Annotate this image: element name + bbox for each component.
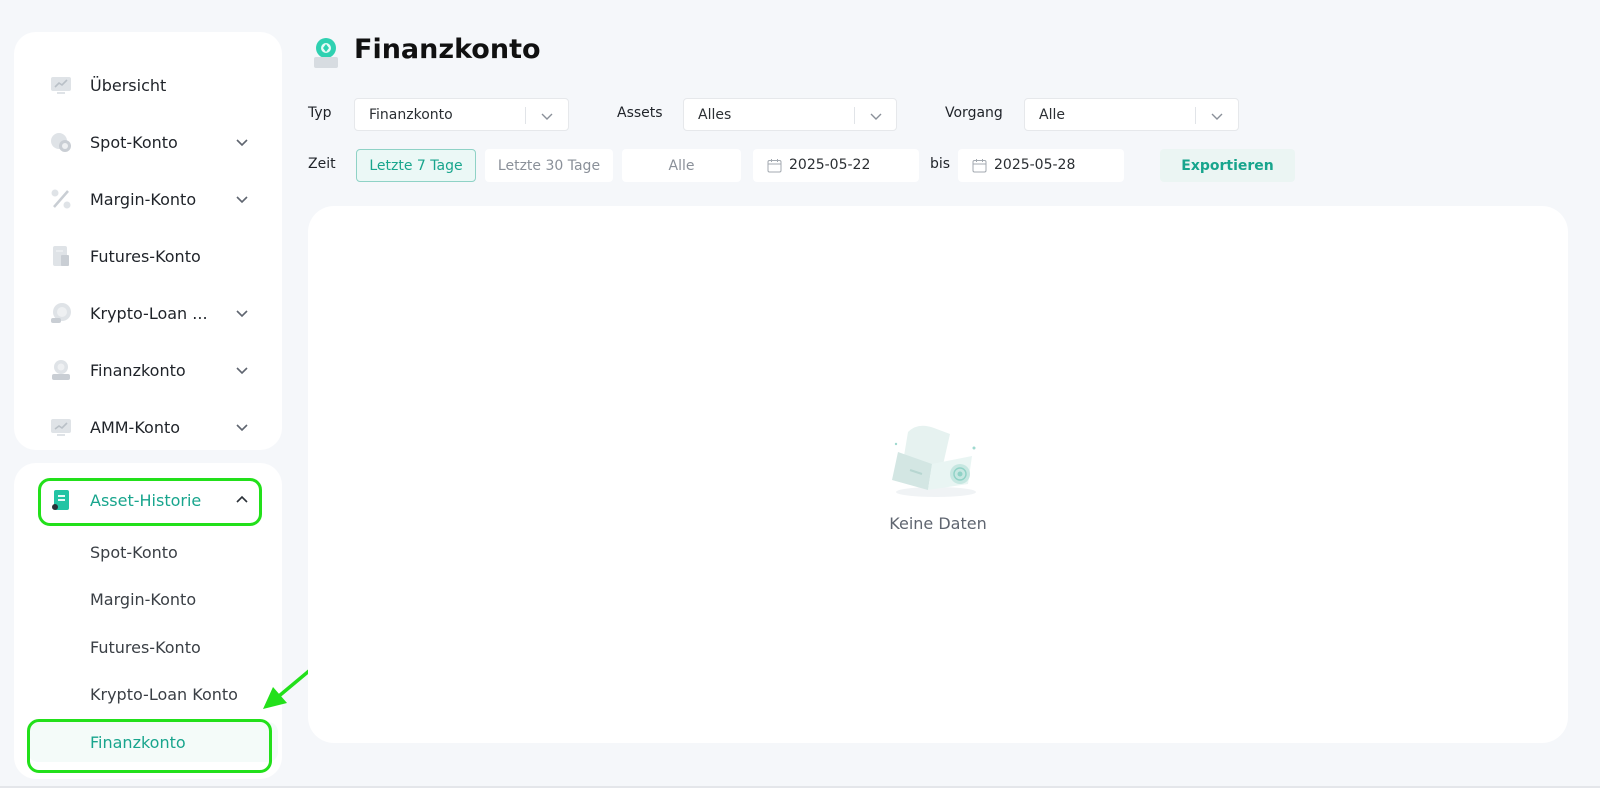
select-divider [525, 107, 526, 124]
sidebar-item-overview[interactable]: Übersicht [14, 65, 282, 105]
history-sub-item-label: Krypto-Loan Konto [90, 684, 238, 704]
sidebar-history-card: Asset-Historie Spot-Konto Margin-Konto F… [14, 463, 282, 779]
calendar-icon [767, 159, 782, 173]
chart-monitor-icon [49, 73, 73, 97]
history-sub-item-crypto-loan[interactable]: Krypto-Loan Konto [14, 674, 282, 714]
type-filter-label: Typ [308, 105, 332, 121]
page-title: Finanzkonto [354, 34, 541, 65]
document-icon [49, 244, 73, 268]
history-sub-item-label: Margin-Konto [90, 589, 197, 609]
history-sub-item-spot[interactable]: Spot-Konto [14, 532, 282, 572]
chevron-down-icon [1211, 113, 1223, 120]
chevron-down-icon[interactable] [234, 362, 250, 378]
date-from-value: 2025-05-22 [789, 157, 871, 173]
chevron-down-icon[interactable] [234, 134, 250, 150]
assets-select[interactable]: Alles [683, 98, 897, 131]
history-sub-item-label: Futures-Konto [90, 637, 201, 657]
sidebar-item-label: Margin-Konto [90, 189, 197, 209]
history-sub-item-finance[interactable]: Finanzkonto [28, 722, 278, 762]
amm-monitor-icon [49, 415, 73, 439]
sidebar-item-label: Asset-Historie [90, 490, 202, 510]
history-sub-item-label: Finanzkonto [90, 732, 186, 752]
sidebar-item-label: Krypto-Loan ... [90, 303, 208, 323]
chevron-down-icon [541, 113, 553, 120]
assets-select-value: Alles [698, 107, 732, 123]
date-from-input[interactable]: 2025-05-22 [753, 149, 919, 182]
sidebar-item-label: Finanzkonto [90, 360, 186, 380]
chevron-down-icon[interactable] [234, 419, 250, 435]
history-sub-item-label: Spot-Konto [90, 542, 178, 562]
records-panel: Keine Daten [308, 206, 1568, 743]
chevron-down-icon [870, 113, 882, 120]
loan-coin-icon [49, 301, 73, 325]
history-sub-item-margin[interactable]: Margin-Konto [14, 579, 282, 619]
percent-icon [49, 187, 73, 211]
sidebar-item-futures-account[interactable]: Futures-Konto [14, 236, 282, 276]
sidebar-item-label: AMM-Konto [90, 417, 181, 437]
time-option-30-days[interactable]: Letzte 30 Tage [485, 149, 613, 182]
empty-state-text: Keine Daten [889, 514, 987, 533]
time-option-7-days[interactable]: Letzte 7 Tage [356, 149, 476, 182]
date-to-value: 2025-05-28 [994, 157, 1076, 173]
history-book-icon [49, 488, 73, 512]
history-sub-item-futures[interactable]: Futures-Konto [14, 627, 282, 667]
assets-filter-label: Assets [617, 105, 663, 121]
type-select[interactable]: Finanzkonto [354, 98, 569, 131]
sidebar-item-amm-account[interactable]: AMM-Konto [14, 407, 282, 447]
sidebar-item-spot-account[interactable]: Spot-Konto [14, 122, 282, 162]
process-filter-label: Vorgang [945, 105, 1003, 121]
chevron-down-icon[interactable] [234, 305, 250, 321]
sidebar-item-margin-account[interactable]: Margin-Konto [14, 179, 282, 219]
chevron-down-icon[interactable] [234, 191, 250, 207]
type-select-value: Finanzkonto [369, 107, 453, 123]
process-select[interactable]: Alle [1024, 98, 1239, 131]
export-button[interactable]: Exportieren [1160, 149, 1295, 182]
sidebar-item-finance-account[interactable]: Finanzkonto [14, 350, 282, 390]
sidebar-item-label: Übersicht [90, 75, 167, 95]
time-filter-label: Zeit [308, 156, 336, 172]
chevron-up-icon[interactable] [234, 492, 250, 508]
sidebar-item-crypto-loan-account[interactable]: Krypto-Loan ... [14, 293, 282, 333]
sidebar-item-label: Futures-Konto [90, 246, 201, 266]
select-divider [1195, 107, 1196, 124]
sidebar-accounts-card: Übersicht Spot-Konto Margin-Konto Future… [14, 32, 282, 450]
sidebar-item-label: Spot-Konto [90, 132, 178, 152]
calendar-icon [972, 159, 987, 173]
coins-icon [49, 130, 73, 154]
date-range-separator: bis [930, 156, 951, 172]
select-divider [854, 107, 855, 124]
sidebar-item-asset-history[interactable]: Asset-Historie [14, 480, 282, 520]
date-to-input[interactable]: 2025-05-28 [958, 149, 1124, 182]
empty-document-icon [892, 425, 976, 497]
finance-person-icon [49, 358, 73, 382]
time-option-all[interactable]: Alle [622, 149, 741, 182]
process-select-value: Alle [1039, 107, 1065, 123]
finance-account-icon [314, 38, 338, 68]
